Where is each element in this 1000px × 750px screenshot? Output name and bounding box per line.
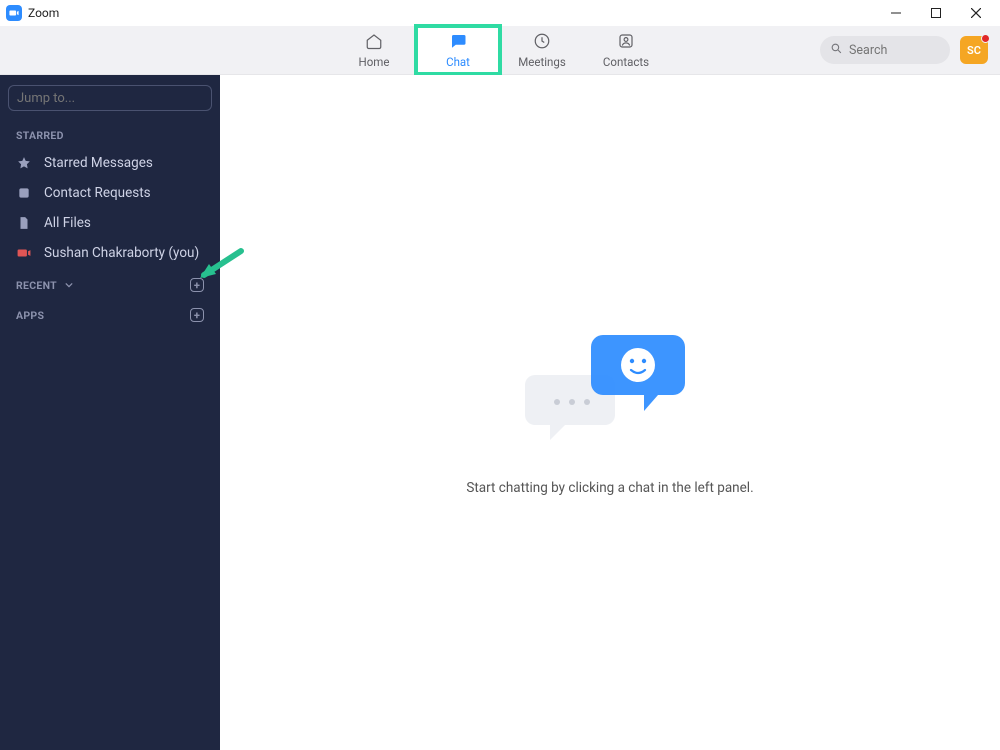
maximize-button[interactable] bbox=[916, 0, 956, 26]
search-icon bbox=[830, 42, 843, 59]
main-panel: Start chatting by clicking a chat in the… bbox=[220, 75, 1000, 750]
search-input[interactable] bbox=[849, 43, 940, 58]
nav-tabs: Home Chat Meetings Contacts bbox=[332, 26, 668, 74]
empty-chat-illustration bbox=[525, 330, 695, 450]
search-box[interactable] bbox=[820, 36, 950, 64]
section-label-text: STARRED bbox=[16, 129, 64, 142]
section-recent[interactable]: RECENT + bbox=[0, 268, 220, 298]
close-button[interactable] bbox=[956, 0, 996, 26]
chevron-down-icon bbox=[65, 279, 73, 292]
app-title: Zoom bbox=[28, 6, 59, 20]
file-icon bbox=[16, 216, 32, 230]
sidebar-item-label: Contact Requests bbox=[44, 185, 151, 201]
avatar[interactable]: SC bbox=[960, 36, 988, 64]
empty-state-text: Start chatting by clicking a chat in the… bbox=[466, 480, 753, 496]
section-apps[interactable]: APPS + bbox=[0, 298, 220, 328]
section-label-text: RECENT bbox=[16, 279, 57, 292]
chat-icon bbox=[449, 32, 467, 53]
sidebar-item-all-files[interactable]: All Files bbox=[0, 208, 220, 238]
add-recent-button[interactable]: + bbox=[190, 278, 204, 292]
clock-icon bbox=[533, 32, 551, 53]
sidebar-item-starred-messages[interactable]: Starred Messages bbox=[0, 148, 220, 178]
window-controls bbox=[876, 0, 996, 26]
nav-right: SC bbox=[820, 36, 988, 64]
top-nav: Home Chat Meetings Contacts SC bbox=[0, 26, 1000, 75]
tab-meetings[interactable]: Meetings bbox=[500, 26, 584, 74]
sidebar-item-contact-requests[interactable]: Contact Requests bbox=[0, 178, 220, 208]
avatar-initials: SC bbox=[967, 44, 981, 57]
contact-icon bbox=[16, 186, 32, 200]
tab-label: Meetings bbox=[518, 55, 566, 69]
body: STARRED Starred Messages Contact Request… bbox=[0, 75, 1000, 750]
section-label-text: APPS bbox=[16, 309, 44, 322]
titlebar-left: Zoom bbox=[6, 5, 59, 21]
tab-label: Chat bbox=[446, 55, 470, 69]
sidebar-item-label: Sushan Chakraborty (you) bbox=[44, 245, 199, 261]
camera-icon bbox=[16, 246, 32, 260]
sidebar-item-self[interactable]: Sushan Chakraborty (you) bbox=[0, 238, 220, 268]
star-icon bbox=[16, 156, 32, 170]
app-icon bbox=[6, 5, 22, 21]
jump-to-input[interactable] bbox=[17, 91, 203, 106]
sidebar-item-label: All Files bbox=[44, 215, 91, 231]
home-icon bbox=[365, 32, 383, 53]
tab-contacts[interactable]: Contacts bbox=[584, 26, 668, 74]
minimize-button[interactable] bbox=[876, 0, 916, 26]
tab-home[interactable]: Home bbox=[332, 26, 416, 74]
jump-to-box[interactable] bbox=[8, 85, 212, 111]
tab-chat[interactable]: Chat bbox=[416, 26, 500, 74]
titlebar: Zoom bbox=[0, 0, 1000, 26]
notification-dot-icon bbox=[981, 34, 990, 43]
tab-label: Contacts bbox=[603, 55, 649, 69]
add-app-button[interactable]: + bbox=[190, 308, 204, 322]
tab-label: Home bbox=[359, 55, 390, 69]
section-starred: STARRED bbox=[0, 119, 220, 148]
sidebar: STARRED Starred Messages Contact Request… bbox=[0, 75, 220, 750]
contacts-icon bbox=[617, 32, 635, 53]
sidebar-item-label: Starred Messages bbox=[44, 155, 153, 171]
